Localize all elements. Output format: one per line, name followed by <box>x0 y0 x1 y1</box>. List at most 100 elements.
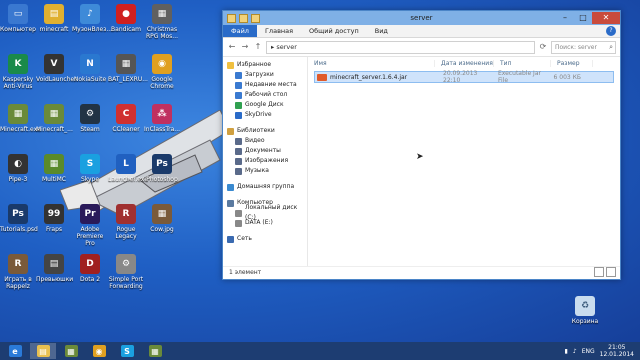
app-icon: Pr <box>80 204 100 224</box>
mouse-cursor: ➤ <box>416 152 424 162</box>
nav-item[interactable]: Загрузки <box>223 70 307 80</box>
desktop-icon[interactable]: R Rogue Legacy <box>108 204 144 240</box>
file-row[interactable]: minecraft_server.1.6.4.jar 20.09.2013 22… <box>314 70 614 84</box>
desktop-icon[interactable]: ♪ МузонВлез... <box>72 4 112 33</box>
recycle-bin[interactable]: ♻ Корзина <box>567 296 603 325</box>
app-icon: S <box>80 154 100 174</box>
desktop-icon[interactable]: R Играть в Rappelz <box>0 254 36 290</box>
tab-home[interactable]: Главная <box>257 25 301 37</box>
taskbar-button[interactable]: S <box>114 343 140 359</box>
nav-item[interactable]: Сеть <box>223 234 307 244</box>
nav-item[interactable]: Изображения <box>223 156 307 166</box>
desktop-icon-label: Fraps <box>45 226 63 233</box>
nav-item[interactable]: Библиотеки <box>223 126 307 136</box>
search-input[interactable]: Поиск: server ⌕ <box>551 40 616 54</box>
taskbar-button[interactable]: ▦ <box>142 343 168 359</box>
desktop-icon[interactable]: ▤ Превьюшки <box>36 254 73 283</box>
desktop-icon[interactable]: Pr Adobe Premiere Pro <box>72 204 108 247</box>
nav-item[interactable]: Музыка <box>223 166 307 176</box>
taskbar-button[interactable]: e <box>2 343 28 359</box>
nav-item-icon <box>235 157 242 165</box>
column-type[interactable]: Тип <box>494 59 551 67</box>
column-size[interactable]: Размер <box>551 59 593 67</box>
taskbar-app-icon: S <box>120 345 134 357</box>
desktop-icon[interactable]: K Kaspersky Anti-Virus <box>0 54 36 90</box>
column-date[interactable]: Дата изменения <box>435 59 494 67</box>
taskbar-button[interactable]: ▤ <box>30 343 56 359</box>
desktop-icon-label: Tutorials.psd <box>0 226 38 233</box>
desktop-icon[interactable]: ▦ Minecraft_... <box>36 104 73 133</box>
nav-item[interactable]: Локальный диск (C:) <box>223 204 307 221</box>
desktop-icon[interactable]: L Launcher.exe <box>108 154 148 183</box>
desktop-icon[interactable]: ⚙ Simple Port Forwarding <box>108 254 144 290</box>
back-arrow-icon[interactable]: ← <box>227 42 237 52</box>
desktop-icon[interactable]: D Dota 2 <box>72 254 108 283</box>
desktop-icon[interactable]: ⁂ InClassTra... <box>144 104 180 133</box>
taskbar-button[interactable]: ▦ <box>58 343 84 359</box>
refresh-icon[interactable]: ⟳ <box>538 42 548 52</box>
nav-item[interactable]: Избранное <box>223 60 307 70</box>
details-view-icon[interactable] <box>594 267 604 277</box>
tab-share[interactable]: Общий доступ <box>301 25 367 37</box>
desktop-icon[interactable]: S Skype <box>72 154 108 183</box>
nav-item[interactable]: SkyDrive <box>223 110 307 120</box>
desktop-icon-label: Bandicam <box>111 26 141 33</box>
column-name[interactable]: Имя <box>308 59 435 67</box>
nav-item[interactable]: Рабочий стол <box>223 90 307 100</box>
desktop-icon-label: minecraft <box>39 26 69 33</box>
jar-file-icon <box>317 73 327 81</box>
desktop-icon[interactable]: ▦ Minecraft.exe <box>0 104 41 133</box>
help-icon[interactable]: ? <box>606 26 616 36</box>
app-icon: ▤ <box>44 254 64 274</box>
desktop-icon[interactable]: C CCleaner <box>108 104 144 133</box>
app-icon: D <box>80 254 100 274</box>
desktop-icon[interactable]: V VoidLauncher <box>36 54 77 83</box>
taskbar-button[interactable]: ◉ <box>86 343 112 359</box>
desktop-icon[interactable]: ▤ minecraft <box>36 4 72 33</box>
tiles-view-icon[interactable] <box>606 267 616 277</box>
nav-item-label: Библиотеки <box>237 127 275 134</box>
app-icon: K <box>8 54 28 74</box>
desktop-icon[interactable]: N NokiaSuite <box>72 54 108 83</box>
network-icon[interactable]: ▮ <box>565 348 568 355</box>
clock[interactable]: 21:05 12.01.2014 <box>600 344 634 358</box>
desktop-icon[interactable]: ▦ MultiMC <box>36 154 72 183</box>
app-icon: C <box>116 104 136 124</box>
desktop-icon-label: MultiMC <box>41 176 67 183</box>
recycle-bin-label: Корзина <box>571 318 599 325</box>
nav-item[interactable]: Документы <box>223 146 307 156</box>
app-icon: N <box>80 54 100 74</box>
desktop-icon[interactable]: ⚙ Steam <box>72 104 108 133</box>
up-arrow-icon[interactable]: ↑ <box>253 42 263 52</box>
desktop-icon[interactable]: ▦ Cow.jpg <box>144 204 180 233</box>
app-icon: ♪ <box>80 4 100 24</box>
nav-item[interactable]: Google Диск <box>223 100 307 110</box>
app-icon: ◐ <box>8 154 28 174</box>
forward-arrow-icon[interactable]: → <box>240 42 250 52</box>
app-icon: ▭ <box>8 4 28 24</box>
tab-file[interactable]: Файл <box>223 25 257 37</box>
title-bar[interactable]: server – □ ✕ <box>223 11 620 25</box>
desktop-icon-label: Minecraft_... <box>36 126 73 133</box>
address-bar[interactable]: ▸ server <box>266 40 535 54</box>
desktop-icon[interactable]: 99 Fraps <box>36 204 72 233</box>
language-indicator[interactable]: ENG <box>582 348 595 355</box>
desktop-icon[interactable]: ◐ Pipe-3 <box>0 154 36 183</box>
desktop-icon[interactable]: ▦ Christmas RPG Mos... <box>144 4 180 40</box>
desktop-icon-label: Cow.jpg <box>150 226 174 233</box>
nav-item[interactable]: Видео <box>223 136 307 146</box>
nav-item-label: Google Диск <box>245 101 284 108</box>
desktop-icon[interactable]: Ps Tutorials.psd <box>0 204 38 233</box>
desktop-icon[interactable]: ▭ Компьютер <box>0 4 36 33</box>
nav-item[interactable]: Домашняя группа <box>223 182 307 192</box>
volume-icon[interactable]: ♪ <box>573 348 577 355</box>
desktop-icon[interactable]: ◉ Google Chrome <box>144 54 180 90</box>
desktop-icon[interactable]: ▦ BAT_LEXRU... <box>108 54 148 83</box>
desktop-icon[interactable]: Ps Photoshop <box>144 154 180 183</box>
desktop-icon-label: Christmas RPG Mos... <box>145 26 179 40</box>
tab-view[interactable]: Вид <box>367 25 396 37</box>
desktop-icon-label: Launcher.exe <box>108 176 148 183</box>
nav-item-icon <box>227 61 234 69</box>
desktop-icon[interactable]: ● Bandicam <box>108 4 144 33</box>
nav-item[interactable]: Недавние места <box>223 80 307 90</box>
